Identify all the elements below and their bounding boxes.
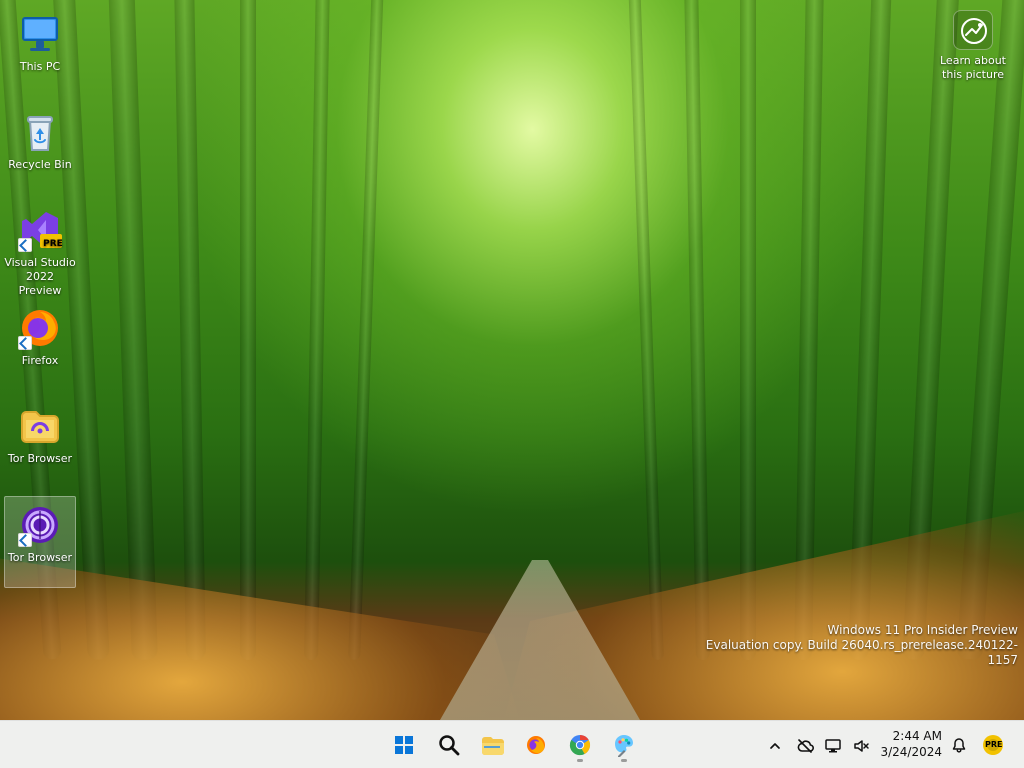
wallpaper-bamboo (740, 0, 756, 660)
wallpaper-bamboo (304, 0, 330, 661)
wallpaper-bamboo (628, 0, 664, 661)
insider-preview-badge[interactable]: PRE (980, 732, 1006, 758)
taskbar-pinned-apps (384, 725, 644, 765)
running-indicator (577, 759, 583, 762)
desktop-icon-label: Firefox (21, 354, 59, 367)
learn-label-line-2: this picture (942, 68, 1004, 81)
system-tray: 2:44 AM 3/24/2024 PRE (754, 721, 1024, 768)
desktop-icon-label: Tor Browser (7, 551, 73, 564)
taskbar-search-button[interactable] (428, 725, 468, 765)
taskbar-start-button[interactable] (384, 725, 424, 765)
this-pc-icon (16, 10, 64, 58)
wallpaper-bamboo (240, 0, 256, 660)
recycle-bin-icon (16, 108, 64, 156)
desktop-icon-label: Recycle Bin (8, 158, 72, 171)
wallpaper-bamboo (174, 0, 206, 661)
chevron-up-icon (769, 740, 781, 752)
learn-label-line-1: Learn about (940, 54, 1006, 67)
desktop: This PC Recycle Bin PRE Visual Studio 20… (0, 0, 1024, 720)
tor-browser-icon (16, 501, 64, 549)
wallpaper-bamboo (108, 0, 158, 661)
file-explorer-icon (480, 734, 504, 756)
firefox-icon (16, 304, 64, 352)
desktop-icons: This PC Recycle Bin PRE Visual Studio 20… (0, 0, 80, 588)
watermark-line-2: Evaluation copy. Build 26040.rs_prerelea… (705, 638, 1018, 667)
watermark-line-1: Windows 11 Pro Insider Preview (827, 623, 1018, 637)
pre-badge: PRE (43, 239, 63, 249)
wallpaper-bamboo (348, 0, 384, 661)
clock-time: 2:44 AM (892, 729, 942, 743)
tray-network[interactable] (820, 732, 846, 758)
tray-cloud-off[interactable] (792, 732, 818, 758)
cloud-off-icon (796, 737, 814, 755)
shortcut-arrow-icon (18, 238, 32, 252)
desktop-icon-visual-studio-preview[interactable]: PRE Visual Studio 2022 Preview (4, 202, 76, 297)
firefox-icon (525, 734, 547, 756)
tor-browser-folder-icon (16, 402, 64, 450)
visual-studio-preview-icon: PRE (16, 206, 64, 254)
desktop-icon-label: Tor Browser (7, 452, 73, 465)
windows-start-icon (394, 735, 414, 755)
desktop-icon-label: This PC (19, 60, 61, 73)
paint-icon (613, 733, 635, 757)
insider-badge-text: PRE (985, 740, 1003, 749)
desktop-icon-firefox[interactable]: Firefox (4, 300, 76, 392)
chrome-icon (569, 734, 591, 756)
taskbar: 2:44 AM 3/24/2024 PRE (0, 720, 1024, 768)
running-indicator (621, 759, 627, 762)
learn-about-picture-icon (953, 10, 993, 50)
tray-volume[interactable] (848, 732, 874, 758)
wallpaper-bamboo (684, 0, 710, 661)
windows-watermark: Windows 11 Pro Insider Preview Evaluatio… (688, 623, 1018, 668)
taskbar-firefox-button[interactable] (516, 725, 556, 765)
desktop-icon-recycle-bin[interactable]: Recycle Bin (4, 104, 76, 196)
desktop-icon-label: Visual Studio 2022 Preview (4, 256, 76, 297)
shortcut-arrow-icon (18, 533, 32, 547)
desktop-icon-tor-browser-folder[interactable]: Tor Browser (4, 398, 76, 490)
taskbar-paint-button[interactable] (604, 725, 644, 765)
shortcut-arrow-icon (18, 336, 32, 350)
search-icon (438, 734, 460, 756)
clock-date: 3/24/2024 (880, 745, 942, 759)
desktop-icon-tor-browser[interactable]: Tor Browser (4, 496, 76, 588)
taskbar-file-explorer-button[interactable] (472, 725, 512, 765)
learn-about-this-picture[interactable]: Learn about this picture (930, 10, 1016, 90)
notifications-button[interactable] (946, 732, 972, 758)
taskbar-chrome-button[interactable] (560, 725, 600, 765)
insider-preview-icon: PRE (981, 733, 1005, 757)
show-hidden-icons-button[interactable] (762, 732, 788, 758)
bell-icon (950, 737, 968, 755)
volume-muted-icon (852, 737, 870, 755)
network-icon (824, 737, 842, 755)
desktop-icon-this-pc[interactable]: This PC (4, 6, 76, 98)
taskbar-clock[interactable]: 2:44 AM 3/24/2024 (872, 728, 942, 760)
